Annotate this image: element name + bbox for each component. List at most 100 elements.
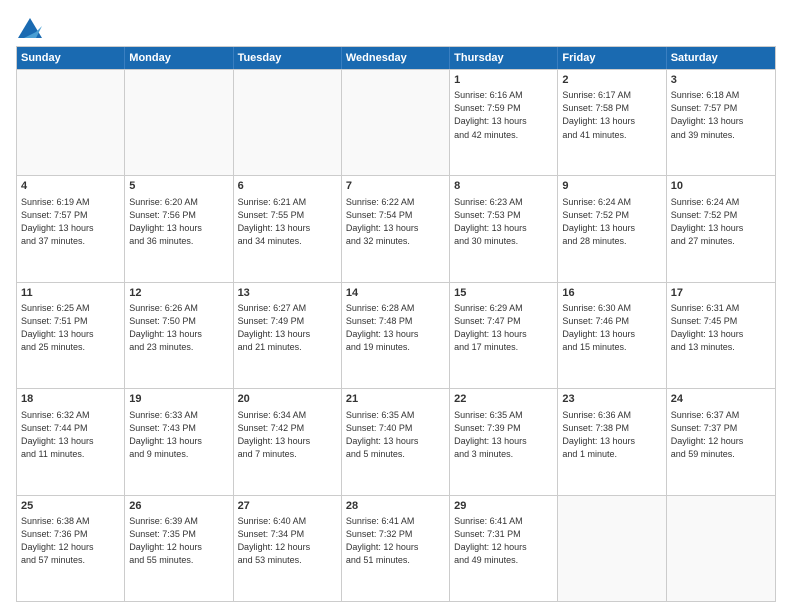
page: SundayMondayTuesdayWednesdayThursdayFrid… [0, 0, 792, 612]
calendar-cell [234, 70, 342, 175]
day-number: 13 [238, 286, 337, 301]
calendar-cell: 5Sunrise: 6:20 AMSunset: 7:56 PMDaylight… [125, 176, 233, 281]
calendar-row: 1Sunrise: 6:16 AMSunset: 7:59 PMDaylight… [17, 69, 775, 175]
day-number: 14 [346, 286, 445, 301]
calendar: SundayMondayTuesdayWednesdayThursdayFrid… [16, 46, 776, 602]
calendar-row: 11Sunrise: 6:25 AMSunset: 7:51 PMDayligh… [17, 282, 775, 388]
day-info: Sunrise: 6:38 AMSunset: 7:36 PMDaylight:… [21, 515, 120, 567]
calendar-cell: 14Sunrise: 6:28 AMSunset: 7:48 PMDayligh… [342, 283, 450, 388]
day-info: Sunrise: 6:19 AMSunset: 7:57 PMDaylight:… [21, 196, 120, 248]
day-number: 29 [454, 499, 553, 514]
day-number: 16 [562, 286, 661, 301]
calendar-cell: 23 Sunrise: 6:36 AMSunset: 7:38 PMDayligh… [558, 389, 666, 494]
calendar-cell: 15Sunrise: 6:29 AMSunset: 7:47 PMDayligh… [450, 283, 558, 388]
calendar-cell: 28Sunrise: 6:41 AMSunset: 7:32 PMDayligh… [342, 496, 450, 601]
calendar-cell: 22 Sunrise: 6:35 AMSunset: 7:39 PMDayligh… [450, 389, 558, 494]
day-number: 2 [562, 73, 661, 88]
calendar-cell: 29Sunrise: 6:41 AMSunset: 7:31 PMDayligh… [450, 496, 558, 601]
calendar-cell: 10 Sunrise: 6:24 AMSunset: 7:52 PMDayligh… [667, 176, 775, 281]
day-info: Sunrise: 6:28 AMSunset: 7:48 PMDaylight:… [346, 302, 445, 354]
header [16, 16, 776, 38]
calendar-cell [17, 70, 125, 175]
calendar-header-cell: Monday [125, 47, 233, 69]
calendar-cell [125, 70, 233, 175]
calendar-row: 18 Sunrise: 6:32 AMSunset: 7:44 PMDayligh… [17, 388, 775, 494]
day-info: Sunrise: 6:36 AMSunset: 7:38 PMDaylight:… [562, 409, 661, 461]
day-info: Sunrise: 6:33 AMSunset: 7:43 PMDaylight:… [129, 409, 228, 461]
calendar-header: SundayMondayTuesdayWednesdayThursdayFrid… [17, 47, 775, 69]
day-number: 3 [671, 73, 771, 88]
calendar-cell: 20Sunrise: 6:34 AMSunset: 7:42 PMDayligh… [234, 389, 342, 494]
day-info: Sunrise: 6:29 AMSunset: 7:47 PMDaylight:… [454, 302, 553, 354]
calendar-row: 4 Sunrise: 6:19 AMSunset: 7:57 PMDaylight… [17, 175, 775, 281]
day-number: 4 [21, 179, 120, 194]
calendar-header-cell: Sunday [17, 47, 125, 69]
day-info: Sunrise: 6:35 AMSunset: 7:40 PMDaylight:… [346, 409, 445, 461]
calendar-cell: 12Sunrise: 6:26 AMSunset: 7:50 PMDayligh… [125, 283, 233, 388]
calendar-cell: 4 Sunrise: 6:19 AMSunset: 7:57 PMDaylight… [17, 176, 125, 281]
day-info: Sunrise: 6:17 AMSunset: 7:58 PMDaylight:… [562, 89, 661, 141]
day-number: 18 [21, 392, 120, 407]
day-info: Sunrise: 6:41 AMSunset: 7:32 PMDaylight:… [346, 515, 445, 567]
day-info: Sunrise: 6:27 AMSunset: 7:49 PMDaylight:… [238, 302, 337, 354]
day-number: 8 [454, 179, 553, 194]
day-number: 17 [671, 286, 771, 301]
day-info: Sunrise: 6:26 AMSunset: 7:50 PMDaylight:… [129, 302, 228, 354]
calendar-body: 1Sunrise: 6:16 AMSunset: 7:59 PMDaylight… [17, 69, 775, 601]
calendar-cell: 21 Sunrise: 6:35 AMSunset: 7:40 PMDayligh… [342, 389, 450, 494]
calendar-cell: 24Sunrise: 6:37 AMSunset: 7:37 PMDayligh… [667, 389, 775, 494]
calendar-cell: 17Sunrise: 6:31 AMSunset: 7:45 PMDayligh… [667, 283, 775, 388]
calendar-cell: 8 Sunrise: 6:23 AMSunset: 7:53 PMDaylight… [450, 176, 558, 281]
day-number: 15 [454, 286, 553, 301]
calendar-cell: 16Sunrise: 6:30 AMSunset: 7:46 PMDayligh… [558, 283, 666, 388]
calendar-cell: 2Sunrise: 6:17 AMSunset: 7:58 PMDaylight… [558, 70, 666, 175]
day-info: Sunrise: 6:32 AMSunset: 7:44 PMDaylight:… [21, 409, 120, 461]
calendar-cell: 7 Sunrise: 6:22 AMSunset: 7:54 PMDaylight… [342, 176, 450, 281]
day-number: 19 [129, 392, 228, 407]
calendar-cell: 19 Sunrise: 6:33 AMSunset: 7:43 PMDayligh… [125, 389, 233, 494]
calendar-cell [342, 70, 450, 175]
day-number: 5 [129, 179, 228, 194]
day-info: Sunrise: 6:35 AMSunset: 7:39 PMDaylight:… [454, 409, 553, 461]
day-number: 22 [454, 392, 553, 407]
day-info: Sunrise: 6:30 AMSunset: 7:46 PMDaylight:… [562, 302, 661, 354]
day-info: Sunrise: 6:24 AMSunset: 7:52 PMDaylight:… [562, 196, 661, 248]
day-number: 11 [21, 286, 120, 301]
calendar-cell: 3Sunrise: 6:18 AMSunset: 7:57 PMDaylight… [667, 70, 775, 175]
calendar-header-cell: Friday [558, 47, 666, 69]
day-info: Sunrise: 6:23 AMSunset: 7:53 PMDaylight:… [454, 196, 553, 248]
day-number: 25 [21, 499, 120, 514]
day-number: 9 [562, 179, 661, 194]
day-info: Sunrise: 6:40 AMSunset: 7:34 PMDaylight:… [238, 515, 337, 567]
calendar-header-cell: Saturday [667, 47, 775, 69]
day-number: 21 [346, 392, 445, 407]
day-number: 12 [129, 286, 228, 301]
calendar-cell: 25Sunrise: 6:38 AMSunset: 7:36 PMDayligh… [17, 496, 125, 601]
day-number: 6 [238, 179, 337, 194]
logo-icon [18, 18, 42, 38]
calendar-header-cell: Wednesday [342, 47, 450, 69]
day-info: Sunrise: 6:18 AMSunset: 7:57 PMDaylight:… [671, 89, 771, 141]
day-number: 10 [671, 179, 771, 194]
calendar-cell [667, 496, 775, 601]
calendar-cell: 11Sunrise: 6:25 AMSunset: 7:51 PMDayligh… [17, 283, 125, 388]
day-info: Sunrise: 6:22 AMSunset: 7:54 PMDaylight:… [346, 196, 445, 248]
calendar-header-cell: Thursday [450, 47, 558, 69]
day-info: Sunrise: 6:39 AMSunset: 7:35 PMDaylight:… [129, 515, 228, 567]
calendar-row: 25Sunrise: 6:38 AMSunset: 7:36 PMDayligh… [17, 495, 775, 601]
calendar-header-cell: Tuesday [234, 47, 342, 69]
calendar-cell: 26Sunrise: 6:39 AMSunset: 7:35 PMDayligh… [125, 496, 233, 601]
day-number: 28 [346, 499, 445, 514]
day-info: Sunrise: 6:24 AMSunset: 7:52 PMDaylight:… [671, 196, 771, 248]
calendar-cell: 1Sunrise: 6:16 AMSunset: 7:59 PMDaylight… [450, 70, 558, 175]
calendar-cell: 13Sunrise: 6:27 AMSunset: 7:49 PMDayligh… [234, 283, 342, 388]
day-number: 7 [346, 179, 445, 194]
day-info: Sunrise: 6:41 AMSunset: 7:31 PMDaylight:… [454, 515, 553, 567]
day-info: Sunrise: 6:31 AMSunset: 7:45 PMDaylight:… [671, 302, 771, 354]
day-number: 20 [238, 392, 337, 407]
day-number: 24 [671, 392, 771, 407]
day-number: 23 [562, 392, 661, 407]
day-info: Sunrise: 6:25 AMSunset: 7:51 PMDaylight:… [21, 302, 120, 354]
day-info: Sunrise: 6:16 AMSunset: 7:59 PMDaylight:… [454, 89, 553, 141]
day-number: 1 [454, 73, 553, 88]
